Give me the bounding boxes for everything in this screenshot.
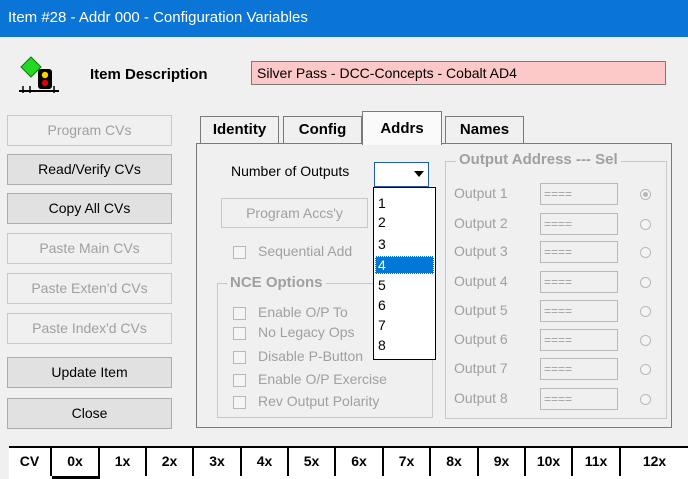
cv-grid: CV 0x 1x 2x 3x 4x 5x 6x 7x 8x 9x 10x 11x… [9,446,688,479]
item-description-label: Item Description [90,66,208,83]
output-address-field[interactable]: ==== [540,300,618,322]
dropdown-option[interactable]: 1 [375,194,434,212]
paste-extend-cvs-button[interactable]: Paste Exten'd CVs [7,273,172,304]
nce-option-checkbox[interactable] [233,396,246,409]
item-description-input[interactable]: Silver Pass - DCC-Concepts - Cobalt AD4 [251,61,666,85]
output-label: Output 2 [454,215,508,231]
tab-identity[interactable]: Identity [200,116,279,143]
program-cvs-button[interactable]: Program CVs [7,115,172,146]
dropdown-option[interactable]: 2 [375,213,434,231]
output-select-radio[interactable] [640,189,651,200]
cv-grid-header: 1x [100,448,147,476]
paste-indexd-cvs-button[interactable]: Paste Index'd CVs [7,313,172,344]
nce-option-label: No Legacy Ops [258,324,355,340]
update-item-button[interactable]: Update Item [7,357,172,388]
cv-grid-header: 7x [384,448,431,476]
cv-grid-header: CV [9,448,52,476]
number-of-outputs-dropdown-list: 1 2 3 4 5 6 7 8 [373,187,436,360]
nce-option-checkbox[interactable] [233,307,246,320]
tab-config[interactable]: Config [283,116,362,143]
cv-grid-header: 11x [573,448,621,476]
dropdown-option[interactable]: 3 [375,235,434,253]
nce-option-label: Enable O/P Exercise [258,371,387,387]
output-select-radio[interactable] [640,277,651,288]
number-of-outputs-select[interactable] [374,162,429,187]
output-label: Output 1 [454,185,508,201]
close-button[interactable]: Close [7,398,172,429]
sequential-address-checkbox[interactable] [233,246,246,259]
paste-main-cvs-button[interactable]: Paste Main CVs [7,233,172,264]
dropdown-option[interactable]: 7 [375,316,434,334]
cv-grid-header: 6x [336,448,384,476]
cv-grid-header: 8x [431,448,479,476]
nce-option-label: Enable O/P To [258,304,348,320]
copy-all-cvs-button[interactable]: Copy All CVs [7,193,172,224]
nce-option-checkbox[interactable] [233,351,246,364]
output-address-field[interactable]: ==== [540,183,618,205]
dropdown-option[interactable]: 6 [375,296,434,314]
output-address-field[interactable]: ==== [540,388,618,410]
title-bar: Item #28 - Addr 000 - Configuration Vari… [0,0,688,37]
dropdown-option-highlighted[interactable]: 4 [375,256,434,274]
program-accsy-button[interactable]: Program Accs'y [221,198,368,228]
dropdown-option[interactable]: 8 [375,336,434,354]
output-label: Output 4 [454,273,508,289]
nce-option-label: Rev Output Polarity [258,393,380,409]
output-address-field[interactable]: ==== [540,329,618,351]
tab-addrs[interactable]: Addrs [362,111,442,145]
cv-grid-header: 0x [52,448,100,476]
output-label: Output 7 [454,360,508,376]
chevron-down-icon[interactable] [414,171,424,177]
signal-logo-icon [19,56,59,93]
sequential-address-label: Sequential Add [258,243,353,259]
output-select-radio[interactable] [640,335,651,346]
read-verify-cvs-button[interactable]: Read/Verify CVs [7,154,172,185]
nce-option-label: Disable P-Button [258,348,364,364]
nce-option-checkbox[interactable] [233,374,246,387]
output-select-radio[interactable] [640,306,651,317]
cv-grid-header: 3x [194,448,242,476]
output-address-title: Output Address --- Sel [456,151,621,168]
tab-names[interactable]: Names [445,116,524,143]
cv-grid-header: 2x [147,448,194,476]
output-address-field[interactable]: ==== [540,358,618,380]
cv-grid-header: 4x [242,448,289,476]
output-address-field[interactable]: ==== [540,241,618,263]
nce-option-checkbox[interactable] [233,327,246,340]
output-label: Output 6 [454,331,508,347]
cv-grid-header: 5x [289,448,336,476]
output-select-radio[interactable] [640,219,651,230]
output-address-field[interactable]: ==== [540,271,618,293]
output-select-radio[interactable] [640,247,651,258]
output-label: Output 5 [454,302,508,318]
cv-grid-header: 10x [526,448,573,476]
nce-options-title: NCE Options [227,274,326,291]
output-select-radio[interactable] [640,364,651,375]
cv-grid-header: 9x [479,448,526,476]
output-label: Output 3 [454,243,508,259]
cv-grid-header: 12x [642,453,667,469]
output-label: Output 8 [454,390,508,406]
output-address-field[interactable]: ==== [540,213,618,235]
output-select-radio[interactable] [640,394,651,405]
window-title: Item #28 - Addr 000 - Configuration Vari… [8,9,308,26]
number-of-outputs-label: Number of Outputs [231,163,350,179]
dropdown-option[interactable]: 5 [375,276,434,294]
